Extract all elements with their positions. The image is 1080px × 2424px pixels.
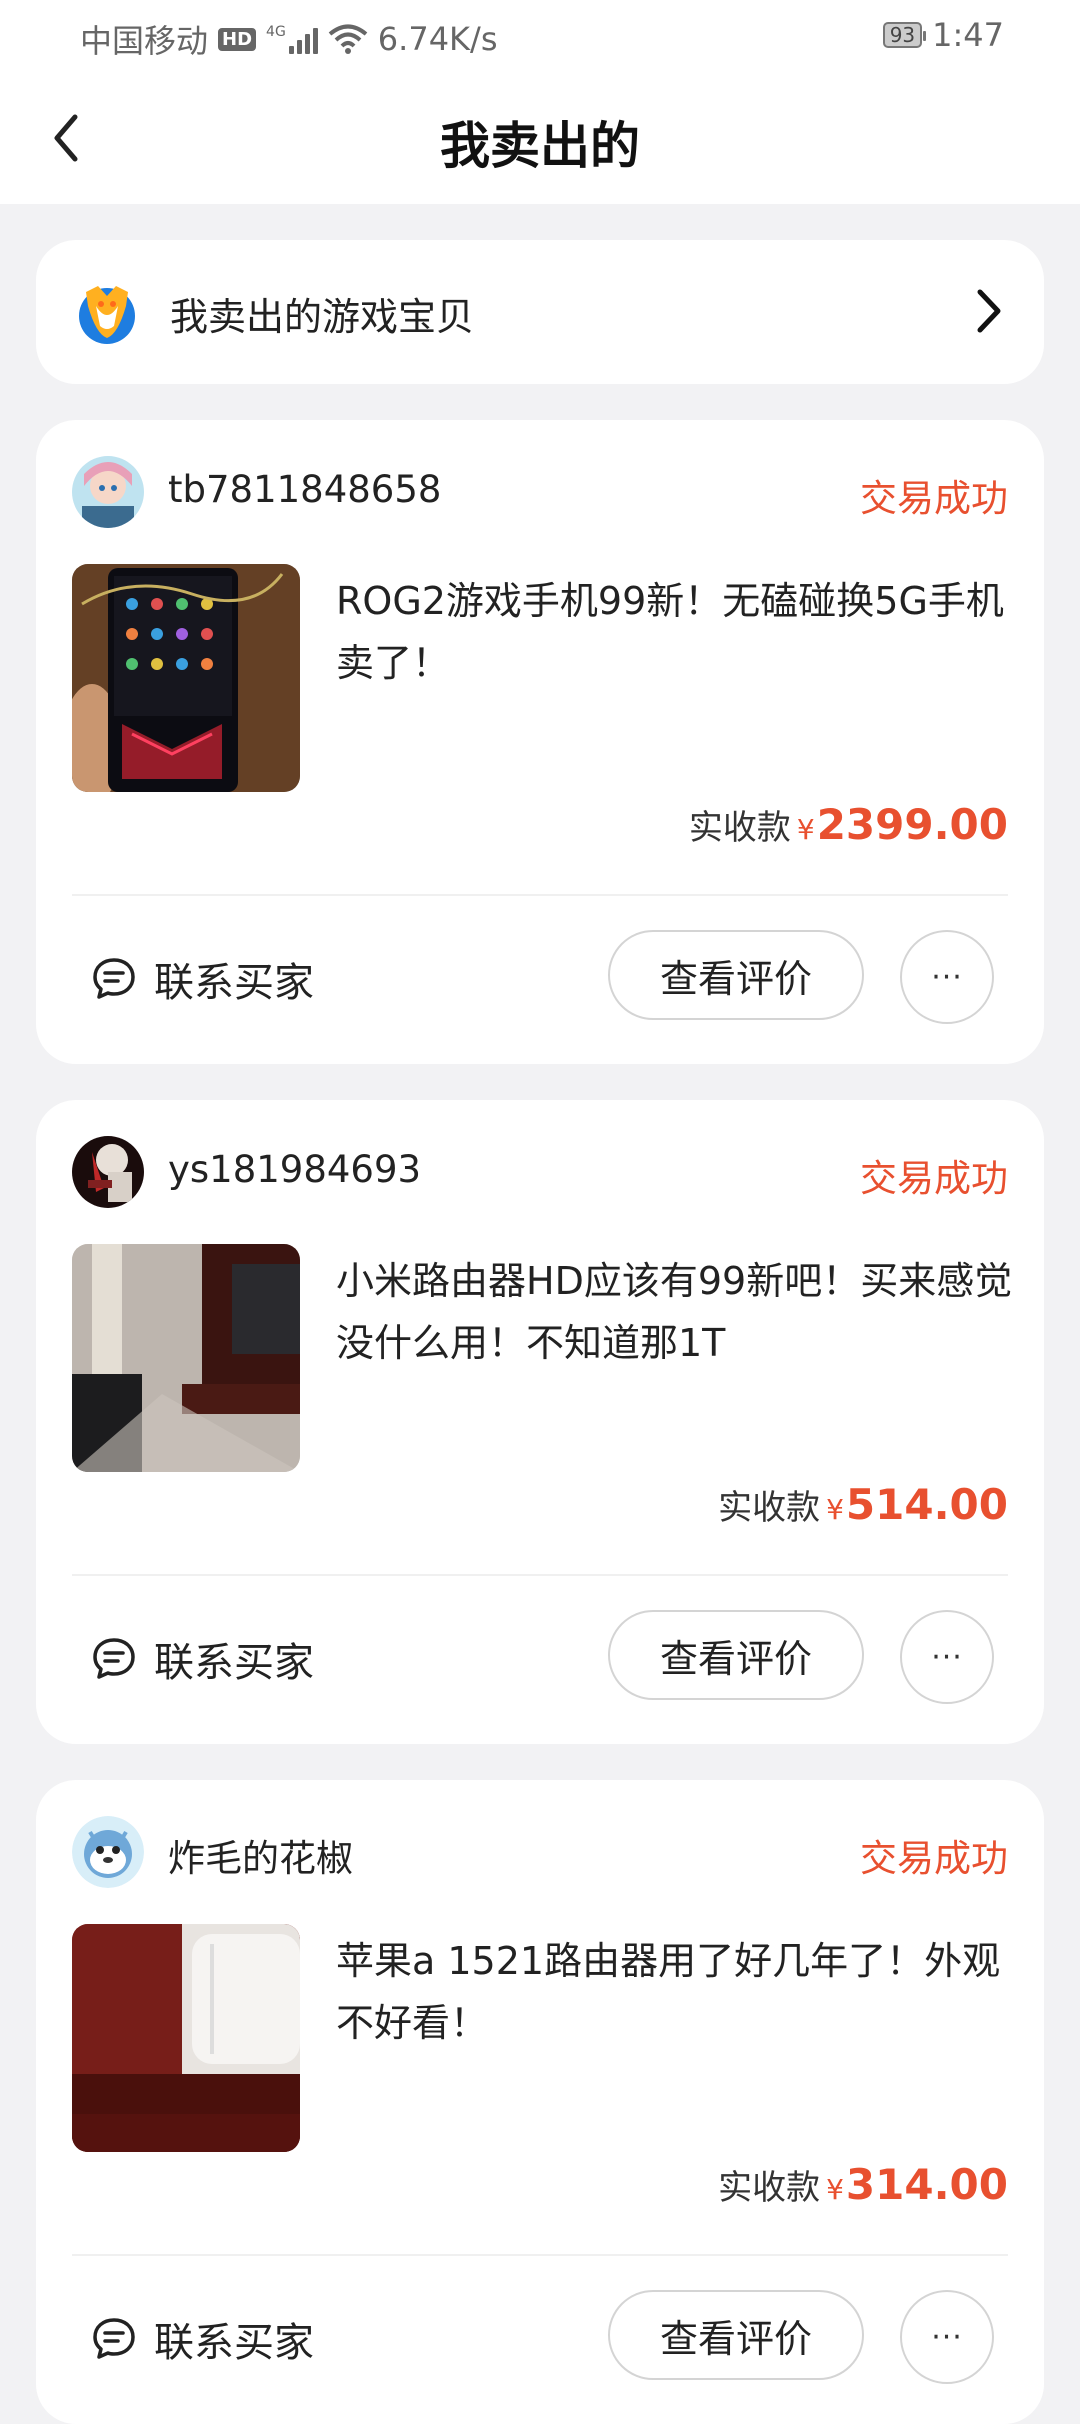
page-title: 我卖出的 [440, 117, 640, 175]
buyer-username[interactable]: tb7811848658 [168, 468, 441, 511]
wifi-icon [328, 24, 368, 54]
carrier-name: 中国移动 [80, 22, 209, 60]
buyer-username[interactable]: 炸毛的花椒 [168, 1828, 353, 1882]
price-row: 实收款 ¥ 2399.00 [689, 800, 1008, 849]
divider [72, 2254, 1008, 2256]
buyer-username[interactable]: ys181984693 [168, 1148, 421, 1191]
game-items-entry[interactable]: 我卖出的游戏宝贝 [36, 240, 1044, 384]
chevron-right-icon [977, 289, 1001, 333]
price-value: 2399.00 [816, 800, 1008, 849]
more-options-button[interactable]: ··· [900, 2290, 994, 2384]
order-status: 交易成功 [860, 477, 1008, 520]
status-right: 93 1:47 [882, 16, 1004, 54]
order-card: ys181984693 交易成功 小米路由器HD应该有99新吧！买来感觉没什么用… [36, 1100, 1044, 1744]
contact-buyer-label: 联系买家 [154, 1640, 314, 1686]
view-review-button[interactable]: 查看评价 [608, 930, 864, 1020]
more-options-button[interactable]: ··· [900, 1610, 994, 1704]
contact-buyer-label: 联系买家 [154, 960, 314, 1006]
product-thumbnail[interactable] [72, 564, 300, 792]
product-thumbnail[interactable] [72, 1244, 300, 1472]
battery-icon: 93 [882, 22, 927, 48]
view-review-button[interactable]: 查看评价 [608, 2290, 864, 2380]
contact-buyer-button[interactable]: 联系买家 [90, 2310, 314, 2368]
nav-bar: 我卖出的 [0, 72, 1080, 204]
price-value: 514.00 [845, 1480, 1008, 1529]
signal-icon: 4G [266, 24, 318, 54]
avatar [72, 456, 144, 528]
network-speed: 6.74K/s [377, 20, 498, 58]
product-title[interactable]: 小米路由器HD应该有99新吧！买来感觉没什么用！不知道那1T [336, 1250, 1016, 1374]
product-title[interactable]: 苹果a 1521路由器用了好几年了！外观不好看！ [336, 1930, 1016, 2054]
product-title[interactable]: ROG2游戏手机99新！无磕碰换5G手机卖了！ [336, 570, 1016, 694]
more-options-button[interactable]: ··· [900, 930, 994, 1024]
chat-bubble-icon [93, 1638, 135, 1679]
order-card: 炸毛的花椒 交易成功 苹果a 1521路由器用了好几年了！外观不好看！ 实收款 … [36, 1780, 1044, 2424]
divider [72, 1574, 1008, 1576]
network-type: 4G [266, 24, 286, 40]
price-value: 314.00 [845, 2160, 1008, 2209]
order-status: 交易成功 [860, 1837, 1008, 1880]
price-row: 实收款 ¥ 314.00 [718, 2160, 1008, 2209]
price-label: 实收款 [688, 808, 791, 848]
avatar [72, 1816, 144, 1888]
status-bar: 中国移动 HD 4G 6.74K/s 93 1:47 [0, 0, 1080, 72]
chat-bubble-icon [93, 2318, 135, 2359]
contact-buyer-label: 联系买家 [154, 2320, 314, 2366]
order-card: tb7811848658 交易成功 ROG2游戏手机99新！无磕碰换5G手机卖了… [36, 420, 1044, 1064]
currency-symbol: ¥ [826, 2173, 844, 2206]
currency-symbol: ¥ [796, 813, 815, 846]
price-row: 实收款 ¥ 514.00 [718, 1480, 1008, 1529]
hd-badge: HD [218, 27, 257, 51]
battery-level: 93 [889, 23, 916, 47]
avatar [72, 1136, 144, 1208]
currency-symbol: ¥ [826, 1493, 844, 1526]
divider [72, 894, 1008, 896]
game-items-label: 我卖出的游戏宝贝 [170, 295, 475, 339]
chat-bubble-icon [93, 958, 135, 999]
game-logo-icon [79, 286, 135, 344]
contact-buyer-button[interactable]: 联系买家 [90, 950, 314, 1008]
status-left: 中国移动 HD 4G 6.74K/s [80, 16, 497, 62]
contact-buyer-button[interactable]: 联系买家 [90, 1630, 314, 1688]
clock: 1:47 [932, 16, 1004, 54]
price-label: 实收款 [718, 2168, 821, 2208]
order-status: 交易成功 [860, 1157, 1008, 1200]
view-review-button[interactable]: 查看评价 [608, 1610, 864, 1700]
product-thumbnail[interactable] [72, 1924, 300, 2152]
price-label: 实收款 [718, 1488, 821, 1528]
